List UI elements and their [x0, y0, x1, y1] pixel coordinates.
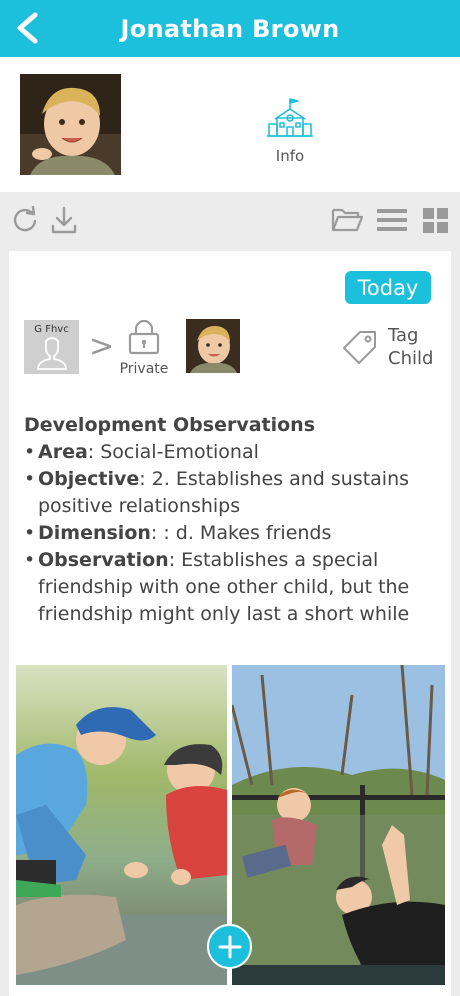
plus-icon: [218, 935, 241, 958]
observation-title: Development Observations: [24, 414, 316, 436]
author-avatar[interactable]: G Fhvc: [24, 320, 79, 374]
tag-child-label: Tag Child: [388, 325, 434, 369]
date-badge[interactable]: Today: [345, 271, 431, 304]
refresh-icon: [13, 205, 37, 232]
grid-view-button[interactable]: [423, 206, 449, 238]
tag-icon: [343, 331, 376, 364]
folder-icon: [331, 208, 364, 232]
observation-objective: Objective: 2. Establishes and sustains p…: [24, 466, 439, 520]
app-root: Jonathan Brown Info Today G Fhvc > Priva…: [0, 0, 460, 996]
download-button[interactable]: [51, 206, 77, 238]
lock-icon: [128, 319, 160, 355]
media-photo-2[interactable]: [232, 665, 445, 985]
author-name: G Fhvc: [34, 324, 69, 335]
tagged-child-avatar[interactable]: [186, 319, 240, 373]
page-title: Jonathan Brown: [120, 14, 340, 43]
observation-text: Development Observations Area: Social-Em…: [24, 412, 439, 628]
list-view-icon: [377, 209, 407, 231]
school-icon: [267, 98, 313, 137]
folder-button[interactable]: [331, 206, 364, 238]
add-button[interactable]: [207, 924, 252, 969]
privacy-label: Private: [119, 361, 169, 377]
observation-area: Area: Social-Emotional: [24, 439, 439, 466]
info-button[interactable]: Info: [258, 97, 322, 173]
observation-detail: Observation: Establishes a special frien…: [24, 547, 439, 628]
privacy-button[interactable]: Private: [114, 319, 174, 381]
person-placeholder-icon: [37, 337, 67, 370]
back-button[interactable]: [8, 8, 48, 48]
child-avatar[interactable]: [20, 74, 121, 175]
media-photo-1[interactable]: [16, 665, 227, 985]
tag-child-button[interactable]: Tag Child: [342, 324, 437, 374]
child-profile: Info: [0, 57, 460, 192]
toolbar: [0, 192, 460, 251]
chevron-right-icon: >: [89, 329, 115, 364]
refresh-button[interactable]: [11, 205, 39, 238]
list-view-button[interactable]: [377, 206, 407, 238]
observation-dimension: Dimension: : d. Makes friends: [24, 520, 439, 547]
info-label: Info: [275, 147, 305, 165]
grid-view-icon: [423, 208, 448, 233]
download-icon: [51, 206, 77, 234]
back-arrow-icon: [17, 12, 38, 44]
top-bar: Jonathan Brown: [0, 0, 460, 57]
